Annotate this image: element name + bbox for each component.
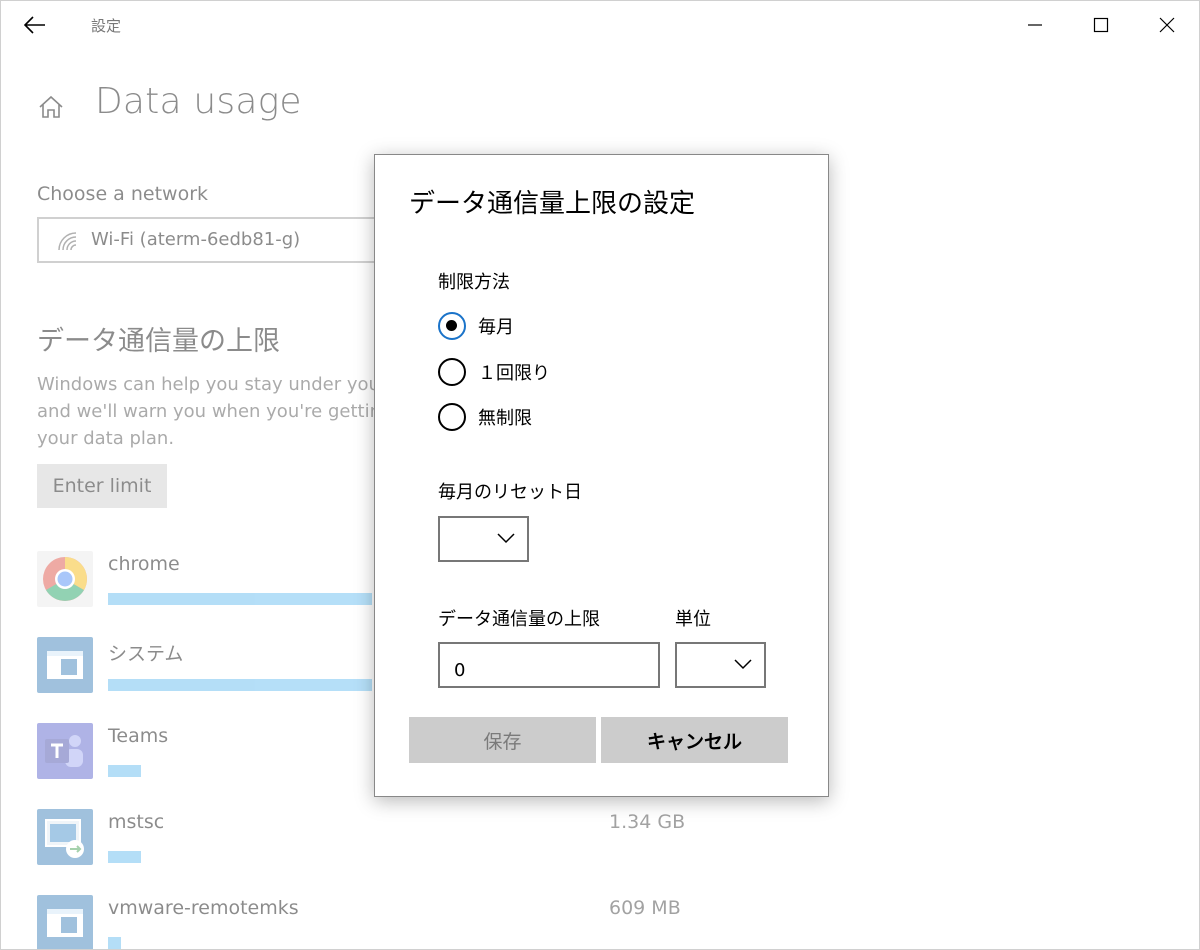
radio-option-monthly[interactable]: 毎月	[438, 311, 514, 341]
unit-label: 単位	[675, 609, 711, 630]
radio-label: 毎月	[478, 317, 514, 338]
network-value: Wi-Fi (aterm-6edb81-g)	[91, 229, 301, 250]
usage-bar	[108, 593, 372, 605]
minimize-icon	[1028, 24, 1042, 26]
minimize-button[interactable]	[1003, 1, 1067, 49]
remote-desktop-icon	[37, 809, 93, 865]
radio-button[interactable]	[438, 358, 466, 386]
radio-option-unlimited[interactable]: 無制限	[438, 402, 532, 432]
cancel-button[interactable]: キャンセル	[601, 717, 788, 763]
usage-bar	[108, 765, 141, 777]
back-button[interactable]	[15, 9, 55, 41]
page-title: Data usage	[95, 81, 302, 122]
description-line: your data plan.	[37, 428, 175, 449]
wifi-icon	[58, 232, 77, 251]
data-limit-input[interactable]	[438, 642, 660, 688]
vmware-icon	[37, 895, 93, 949]
description-line: and we'll warn you when you're getting	[37, 401, 393, 422]
save-button[interactable]: 保存	[409, 717, 596, 763]
teams-icon	[37, 723, 93, 779]
reset-day-dropdown[interactable]	[438, 516, 529, 562]
app-usage-row: mstsc 1.34 GB	[37, 809, 1137, 869]
window-title: 設定	[91, 17, 122, 35]
radio-option-one-time[interactable]: １回限り	[438, 357, 550, 387]
app-name: システム	[108, 643, 184, 665]
radio-label: 無制限	[478, 408, 532, 429]
app-name: Teams	[108, 725, 169, 747]
system-icon	[37, 637, 93, 693]
settings-window: 設定 Data usage Choose a network Wi-Fi (at…	[0, 0, 1200, 950]
data-limit-heading: データ通信量の上限	[37, 326, 280, 357]
app-name: mstsc	[108, 811, 165, 833]
description-line: Windows can help you stay under you	[37, 374, 380, 395]
network-select[interactable]: Wi-Fi (aterm-6edb81-g)	[37, 217, 417, 263]
data-limit-dialog: データ通信量上限の設定 制限方法 毎月 １回限り 無制限 毎月のリセット日 デー…	[374, 154, 829, 797]
limit-method-label: 制限方法	[438, 272, 510, 293]
close-icon	[1159, 17, 1175, 33]
arrow-left-icon	[24, 16, 45, 34]
app-usage-value: 609 MB	[609, 897, 681, 919]
home-icon[interactable]	[37, 93, 65, 121]
app-name: vmware-remotemks	[108, 897, 299, 919]
data-limit-label: データ通信量の上限	[438, 609, 600, 630]
chrome-icon	[37, 551, 93, 607]
usage-bar	[108, 851, 141, 863]
maximize-icon	[1093, 17, 1109, 33]
radio-label: １回限り	[478, 363, 550, 384]
data-limit-description: Windows can help you stay under you and …	[37, 371, 397, 452]
radio-button[interactable]	[438, 312, 466, 340]
chevron-down-icon	[734, 659, 752, 670]
app-usage-row: vmware-remotemks 609 MB	[37, 895, 1137, 949]
usage-bar	[108, 937, 121, 949]
enter-limit-button[interactable]: Enter limit	[37, 464, 167, 508]
radio-button[interactable]	[438, 403, 466, 431]
usage-bar	[108, 679, 372, 691]
title-bar: 設定	[1, 1, 1199, 49]
app-usage-value: 1.34 GB	[609, 811, 686, 833]
dialog-title: データ通信量上限の設定	[409, 189, 696, 219]
close-button[interactable]	[1135, 1, 1199, 49]
unit-dropdown[interactable]	[675, 642, 766, 688]
reset-day-label: 毎月のリセット日	[438, 482, 582, 503]
chevron-down-icon	[497, 533, 515, 544]
maximize-button[interactable]	[1069, 1, 1133, 49]
app-name: chrome	[108, 553, 180, 575]
choose-network-label: Choose a network	[37, 183, 209, 205]
